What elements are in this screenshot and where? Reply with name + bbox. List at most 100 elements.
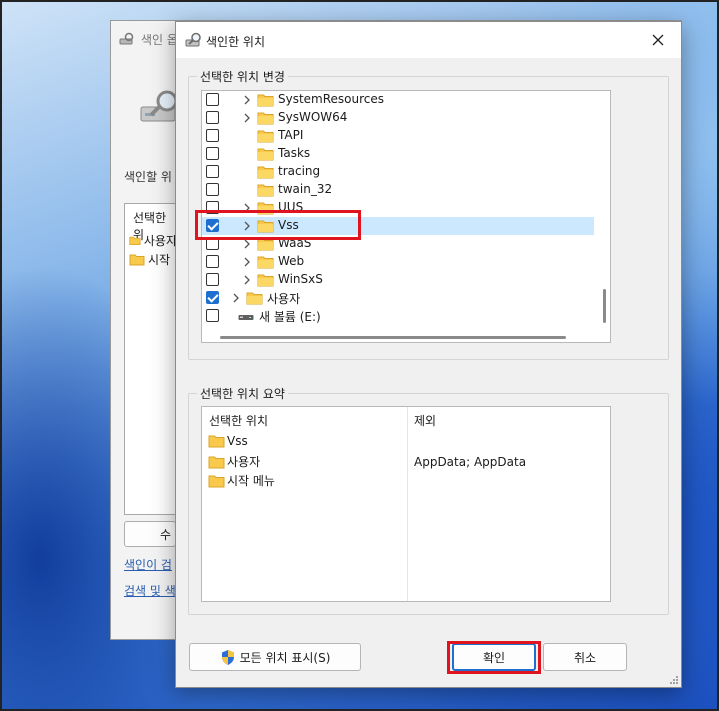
tree-item-checkbox[interactable] — [206, 165, 219, 178]
tree-item-label: UUS — [278, 200, 304, 214]
indexing-icon — [119, 32, 134, 45]
summary-row[interactable]: Vss — [208, 434, 248, 448]
chevron-right-icon[interactable] — [241, 274, 253, 286]
chevron-right-icon[interactable] — [241, 202, 253, 214]
tree-item-label: Vss — [278, 218, 299, 232]
bg-window-titlebar: 색인 옵 — [119, 29, 178, 49]
folder-icon — [257, 183, 274, 197]
folder-icon — [257, 93, 274, 107]
tree-item[interactable]: Vss — [202, 217, 594, 235]
tree-item[interactable]: 사용자 — [202, 289, 594, 307]
folder-icon — [257, 129, 274, 143]
folder-icon — [257, 219, 274, 233]
tree-item-label: 새 볼륨 (E:) — [259, 310, 321, 324]
summary-location: Vss — [227, 434, 248, 448]
tree-item[interactable]: Tasks — [202, 145, 594, 163]
folder-icon — [257, 165, 274, 179]
folder-icon — [257, 255, 274, 269]
folder-icon — [257, 201, 274, 215]
summary-row[interactable]: 시작 메뉴 — [208, 472, 275, 489]
folder-icon — [129, 236, 141, 245]
tree-item-checkbox[interactable] — [206, 183, 219, 196]
tree-item[interactable]: Web — [202, 253, 594, 271]
summary-header-exclude[interactable]: 제외 — [414, 412, 436, 429]
uac-shield-icon — [221, 649, 234, 665]
bg-locations-label: 색인할 위 — [124, 170, 172, 184]
tree-item[interactable]: TAPI — [202, 127, 594, 145]
bg-list-item: 사용자 — [129, 232, 177, 249]
summary-label: 선택한 위치 요약 — [200, 387, 285, 401]
ok-label: 확인 — [482, 650, 506, 665]
summary-column-divider[interactable] — [407, 407, 408, 601]
tree-item-label: TAPI — [278, 128, 304, 142]
folder-icon — [208, 456, 225, 468]
chevron-right-icon[interactable] — [241, 112, 253, 124]
summary-exclude: AppData; AppData — [414, 455, 527, 469]
tree-item-checkbox[interactable] — [206, 111, 219, 124]
bg-link-troubleshoot[interactable]: 색인이 검 — [124, 556, 176, 573]
bg-locations-list: 선택한 위 사용자 시작 — [124, 203, 177, 515]
tree-item-checkbox[interactable] — [206, 129, 219, 142]
summary-list[interactable]: 선택한 위치 제외 Vss 사용자 AppData; AppData 시작 메뉴 — [201, 406, 611, 602]
tree-horizontal-scrollbar[interactable] — [202, 331, 610, 342]
folder-icon — [257, 237, 274, 251]
show-all-label: 모든 위치 표시(S) — [239, 650, 331, 665]
bg-link-search[interactable]: 검색 및 색 — [124, 582, 176, 599]
folder-icon — [257, 147, 274, 161]
tree-item[interactable]: UUS — [202, 199, 594, 217]
tree-horizontal-scroll-thumb[interactable] — [220, 336, 566, 339]
tree-item-checkbox[interactable] — [206, 93, 219, 106]
chevron-right-icon[interactable] — [241, 238, 253, 250]
folder-icon — [208, 435, 225, 448]
folder-icon — [129, 254, 145, 266]
summary-location: 시작 메뉴 — [227, 474, 275, 488]
tree-item-checkbox[interactable] — [206, 255, 219, 268]
folder-tree[interactable]: 새 볼륨 (E:) 사용자 WinSxS Web WaaS Vss UUS twain_32 t… — [201, 90, 611, 343]
tree-vertical-scrollbar[interactable] — [598, 91, 610, 329]
tree-item-label: SystemResources — [278, 92, 385, 106]
cancel-button[interactable]: 취소 — [543, 643, 627, 671]
ok-button[interactable]: 확인 — [452, 643, 536, 671]
tree-item-label: Tasks — [278, 146, 311, 160]
chevron-right-icon[interactable] — [241, 220, 253, 232]
folder-icon — [208, 475, 225, 487]
tree-item[interactable]: SystemResources — [202, 91, 594, 109]
tree-item[interactable]: SysWOW64 — [202, 109, 594, 127]
tree-item-label: SysWOW64 — [278, 110, 348, 124]
tree-item[interactable]: twain_32 — [202, 181, 594, 199]
tree-item-checkbox[interactable] — [206, 201, 219, 214]
close-button[interactable] — [635, 22, 681, 58]
folder-icon — [257, 111, 274, 125]
tree-item-label: Web — [278, 254, 305, 268]
chevron-right-icon[interactable] — [241, 256, 253, 268]
tree-item-checkbox[interactable] — [206, 291, 219, 304]
tree-item-label: WinSxS — [278, 272, 323, 286]
tree-item-checkbox[interactable] — [206, 273, 219, 286]
folder-icon — [246, 291, 263, 305]
tree-item-checkbox[interactable] — [206, 237, 219, 250]
summary-location: 사용자 — [227, 455, 261, 469]
show-all-locations-button[interactable]: 모든 위치 표시(S) — [189, 643, 361, 671]
tree-item-checkbox[interactable] — [206, 309, 219, 322]
summary-header-location[interactable]: 선택한 위치 — [209, 412, 268, 429]
tree-item[interactable]: WaaS — [202, 235, 594, 253]
resize-grip-icon[interactable] — [669, 675, 679, 685]
close-icon — [652, 34, 664, 46]
change-locations-label: 선택한 위치 변경 — [200, 70, 285, 84]
tree-item[interactable]: tracing — [202, 163, 594, 181]
tree-item-label: 사용자 — [267, 292, 301, 306]
tree-item[interactable]: WinSxS — [202, 271, 594, 289]
chevron-right-icon[interactable] — [230, 292, 242, 304]
bg-modify-button[interactable]: 수 — [124, 521, 176, 547]
cancel-label: 취소 — [573, 650, 597, 665]
chevron-right-icon[interactable] — [241, 94, 253, 106]
summary-row[interactable]: 사용자 — [208, 453, 260, 470]
bg-list-item: 시작 — [129, 251, 177, 268]
folder-icon — [257, 273, 274, 287]
tree-item-checkbox[interactable] — [206, 219, 219, 232]
tree-vertical-scroll-thumb[interactable] — [603, 289, 606, 323]
tree-item-checkbox[interactable] — [206, 147, 219, 160]
tree-item[interactable]: 새 볼륨 (E:) — [202, 307, 594, 325]
dialog-titlebar: 색인한 위치 — [176, 22, 681, 58]
tree-item-label: twain_32 — [278, 182, 333, 196]
